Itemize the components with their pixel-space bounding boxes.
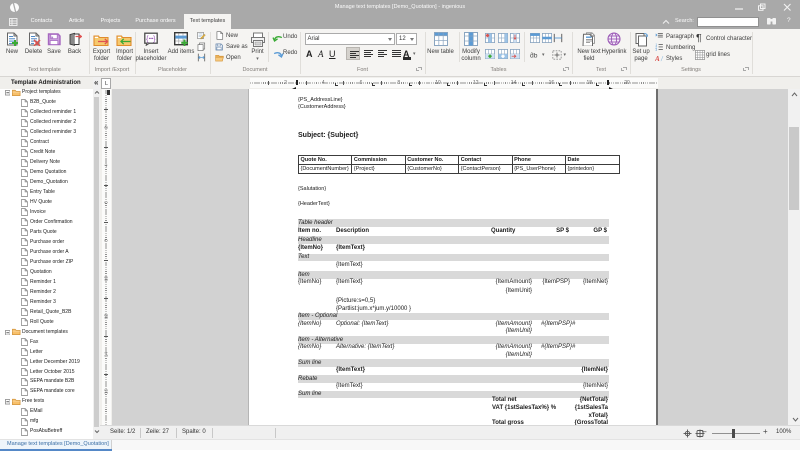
- svg-text:A: A: [655, 55, 660, 63]
- svg-text:d̂b: d̂b: [530, 53, 538, 60]
- svg-text:3: 3: [655, 48, 657, 52]
